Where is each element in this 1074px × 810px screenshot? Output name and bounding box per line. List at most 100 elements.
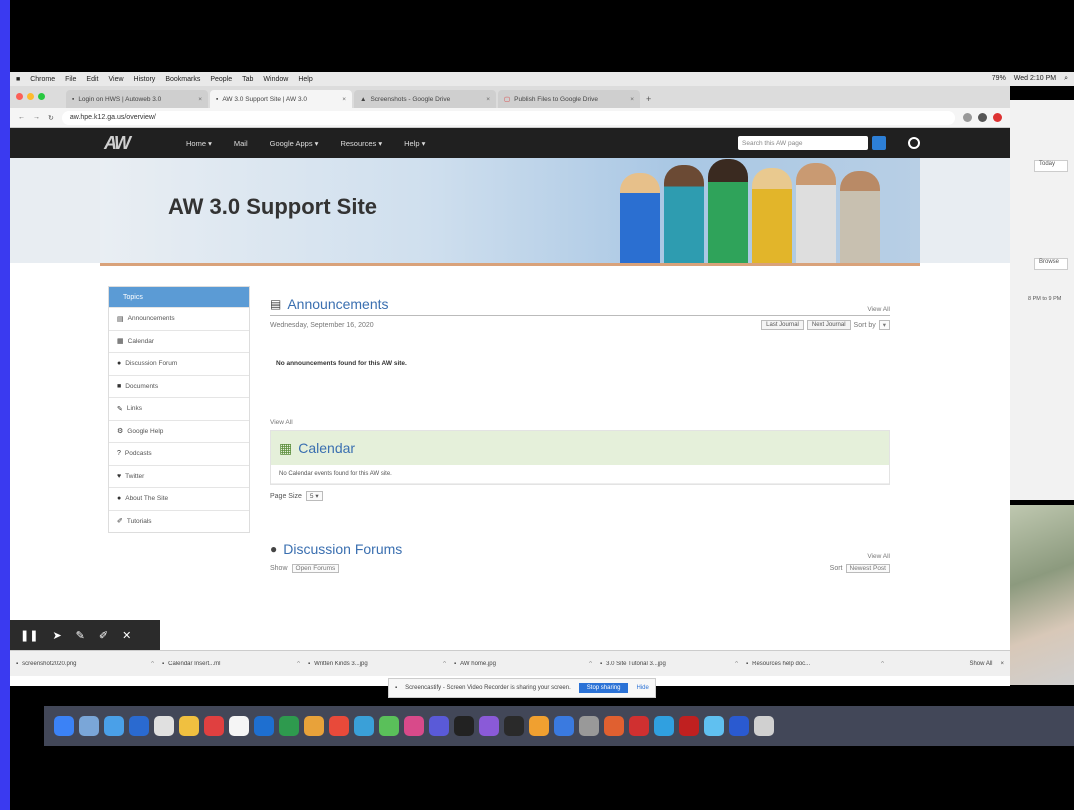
- pdf-icon[interactable]: [679, 716, 699, 736]
- sidebar-item-links[interactable]: ✎ Links: [109, 397, 249, 420]
- nav-google-apps[interactable]: Google Apps ▾: [270, 139, 319, 148]
- show-select[interactable]: Open Forums: [291, 564, 340, 573]
- download-item[interactable]: ▪ Resources help doc... ^: [746, 661, 884, 667]
- apple-icon[interactable]: ■: [16, 76, 20, 83]
- chevron-up-icon[interactable]: ^: [735, 661, 738, 667]
- nav-resources[interactable]: Resources ▾: [340, 139, 382, 148]
- site-search-input[interactable]: Search this AW page: [738, 136, 868, 150]
- menu-bookmarks[interactable]: Bookmarks: [165, 76, 200, 83]
- search-button[interactable]: [872, 136, 886, 150]
- sidebar-item-calendar[interactable]: ▦ Calendar: [109, 329, 249, 353]
- record-extension-icon[interactable]: [993, 113, 1002, 122]
- close-window-icon[interactable]: [16, 93, 23, 100]
- trash-icon[interactable]: [754, 716, 774, 736]
- music-icon[interactable]: [404, 716, 424, 736]
- zoom-icon[interactable]: [554, 716, 574, 736]
- menu-window[interactable]: Window: [263, 76, 288, 83]
- menu-clock[interactable]: Wed 2:10 PM: [1014, 75, 1056, 83]
- close-icon[interactable]: ✕: [122, 629, 131, 642]
- excel-icon[interactable]: [279, 716, 299, 736]
- menu-history[interactable]: History: [134, 76, 156, 83]
- today-button[interactable]: Today: [1034, 160, 1068, 172]
- browser-tab[interactable]: ▲ Screenshots - Google Drive ×: [354, 90, 496, 108]
- maps-icon[interactable]: [379, 716, 399, 736]
- messages-icon[interactable]: [354, 716, 374, 736]
- chevron-up-icon[interactable]: ^: [589, 661, 592, 667]
- chevron-up-icon[interactable]: ^: [881, 661, 884, 667]
- app-store-icon[interactable]: [129, 716, 149, 736]
- mail-icon[interactable]: [154, 716, 174, 736]
- sidebar-item-podcasts[interactable]: ? Podcasts: [109, 442, 249, 465]
- browser-tab-active[interactable]: ▪ AW 3.0 Support Site | AW 3.0 ×: [210, 90, 352, 108]
- download-item[interactable]: ▪ AW home.jpg ^: [454, 661, 592, 667]
- extension-icon[interactable]: [978, 113, 987, 122]
- close-downloads-icon[interactable]: ×: [1000, 661, 1004, 667]
- calendar-app-icon[interactable]: [204, 716, 224, 736]
- nav-help[interactable]: Help ▾: [404, 139, 425, 148]
- download-item[interactable]: ▪ 3.0 Site Tutorial 3...jpg ^: [600, 661, 738, 667]
- spotlight-icon[interactable]: ⌕: [1064, 75, 1068, 83]
- forward-icon[interactable]: →: [33, 114, 40, 121]
- sidebar-item-google-help[interactable]: ⚙ Google Help: [109, 419, 249, 443]
- maximize-window-icon[interactable]: [38, 93, 45, 100]
- close-tab-icon[interactable]: ×: [198, 96, 202, 103]
- download-item[interactable]: ▪ Calendar Insert...ml ^: [162, 661, 300, 667]
- launchpad-icon[interactable]: [79, 716, 99, 736]
- next-journal-button[interactable]: Next Journal: [806, 320, 851, 330]
- download-item[interactable]: ▪ Written Kinds 3...jpg ^: [308, 661, 446, 667]
- hide-button[interactable]: Hide: [636, 685, 648, 691]
- firefox-icon[interactable]: [604, 716, 624, 736]
- menu-chrome[interactable]: Chrome: [30, 76, 55, 83]
- reminders-icon[interactable]: [229, 716, 249, 736]
- outlook-icon[interactable]: [654, 716, 674, 736]
- nav-home[interactable]: Home ▾: [186, 139, 212, 148]
- menu-file[interactable]: File: [65, 76, 76, 83]
- reload-icon[interactable]: ↻: [48, 114, 54, 122]
- system-preferences-icon[interactable]: [579, 716, 599, 736]
- acrobat-icon[interactable]: [629, 716, 649, 736]
- menu-edit[interactable]: Edit: [86, 76, 98, 83]
- menu-help[interactable]: Help: [298, 76, 312, 83]
- minimize-window-icon[interactable]: [27, 93, 34, 100]
- sidebar-header[interactable]: Topics: [109, 287, 249, 307]
- podcasts-icon[interactable]: [429, 716, 449, 736]
- close-tab-icon[interactable]: ×: [630, 96, 634, 103]
- terminal-icon[interactable]: [504, 716, 524, 736]
- finder-icon[interactable]: [54, 716, 74, 736]
- user-icon[interactable]: [908, 137, 920, 149]
- extension-icon[interactable]: [963, 113, 972, 122]
- close-tab-icon[interactable]: ×: [486, 96, 490, 103]
- pause-icon[interactable]: ❚❚: [20, 629, 38, 642]
- sketch-icon[interactable]: [529, 716, 549, 736]
- photos-icon[interactable]: [304, 716, 324, 736]
- pointer-icon[interactable]: ➤: [52, 629, 61, 642]
- docs-icon[interactable]: [729, 716, 749, 736]
- url-field[interactable]: aw.hpe.k12.ga.us/overview/: [61, 110, 955, 125]
- menu-view[interactable]: View: [108, 76, 123, 83]
- chevron-up-icon[interactable]: ^: [443, 661, 446, 667]
- chevron-up-icon[interactable]: ^: [151, 661, 154, 667]
- pen-icon[interactable]: ✎: [76, 629, 85, 642]
- marker-icon[interactable]: ✐: [99, 629, 108, 642]
- forum-sort-select[interactable]: Newest Post: [845, 564, 890, 573]
- last-journal-button[interactable]: Last Journal: [761, 320, 804, 330]
- menu-people[interactable]: People: [210, 76, 232, 83]
- sort-select[interactable]: ▾: [878, 320, 890, 330]
- screencast-icon[interactable]: [704, 716, 724, 736]
- tv-icon[interactable]: [454, 716, 474, 736]
- notes-icon[interactable]: [179, 716, 199, 736]
- sidebar-item-twitter[interactable]: ♥ Twitter: [109, 464, 249, 488]
- browser-tab[interactable]: ▪ Login on HWS | Autoweb 3.0 ×: [66, 90, 208, 108]
- stop-sharing-button[interactable]: Stop sharing: [578, 683, 629, 693]
- page-size-select[interactable]: 5 ▾: [305, 491, 323, 501]
- nav-mail[interactable]: Mail: [234, 139, 248, 148]
- menu-tab[interactable]: Tab: [242, 76, 253, 83]
- chevron-up-icon[interactable]: ^: [297, 661, 300, 667]
- browser-tab[interactable]: ▢ Publish Files to Google Drive ×: [498, 90, 640, 108]
- calendar-view-all[interactable]: View All: [270, 419, 890, 426]
- browse-button[interactable]: Browse: [1034, 258, 1068, 270]
- safari-icon[interactable]: [104, 716, 124, 736]
- close-tab-icon[interactable]: ×: [342, 96, 346, 103]
- new-tab-icon[interactable]: +: [642, 94, 655, 108]
- download-item[interactable]: ▪ screenshot2020.png ^: [16, 661, 154, 667]
